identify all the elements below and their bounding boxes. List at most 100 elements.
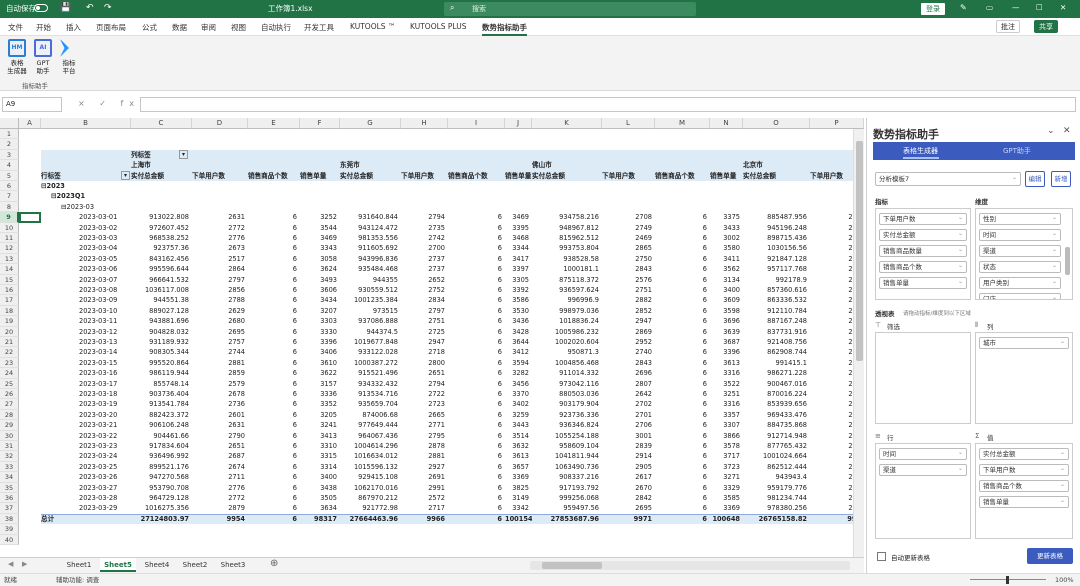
cell[interactable]: 6 (248, 347, 300, 357)
cell[interactable]: 959179.776 (743, 483, 810, 493)
cell[interactable]: 2023-03-20 (41, 410, 131, 420)
row-item[interactable]: 时间 (879, 448, 967, 460)
cell[interactable]: 2708 (602, 212, 655, 222)
cell[interactable]: 935659.704 (340, 399, 401, 409)
cell[interactable]: 944551.38 (131, 295, 192, 305)
row-header[interactable]: 5 (0, 170, 19, 181)
cell[interactable]: 870016.224 (743, 389, 810, 399)
cell[interactable]: 6 (448, 483, 505, 493)
cell[interactable]: 6 (448, 389, 505, 399)
cell[interactable]: 882423.372 (131, 410, 192, 420)
cell[interactable]: 912714.948 (743, 431, 810, 441)
cell[interactable]: 2740 (602, 347, 655, 357)
undo-icon[interactable]: ↶ (86, 3, 94, 13)
redo-icon[interactable]: ↷ (104, 3, 112, 13)
row-header[interactable]: 18 (0, 305, 19, 317)
tab-kutools[interactable]: KUTOOLS ™ (350, 22, 395, 31)
cell[interactable]: 2735 (401, 223, 448, 233)
cell[interactable]: 6 (655, 389, 710, 399)
column-header-f[interactable]: F (300, 118, 340, 129)
cell[interactable]: 2882 (602, 295, 655, 305)
cell[interactable]: 2723 (401, 399, 448, 409)
cell[interactable]: 2842 (602, 493, 655, 503)
value-item[interactable]: 销售单量 (979, 496, 1069, 508)
cell[interactable]: 3493 (300, 275, 340, 285)
cell[interactable]: 6 (655, 462, 710, 472)
cell[interactable]: 下单用户数 (602, 171, 655, 181)
cell[interactable]: 843162.456 (131, 254, 192, 264)
column-header-i[interactable]: I (448, 118, 505, 129)
cell[interactable]: 3613 (710, 358, 743, 368)
cell[interactable]: 2023-03-25 (41, 462, 131, 472)
cell[interactable]: 6 (655, 212, 710, 222)
cell[interactable]: 995596.644 (131, 264, 192, 274)
column-header-k[interactable]: K (532, 118, 602, 129)
cell[interactable]: 2023-03-02 (41, 223, 131, 233)
cell[interactable]: 2642 (602, 389, 655, 399)
column-header-h[interactable]: H (401, 118, 448, 129)
cell[interactable]: 2869 (602, 327, 655, 337)
cell[interactable]: 6 (655, 503, 710, 513)
column-header-c[interactable]: C (131, 118, 192, 129)
cell[interactable]: 968538.252 (131, 233, 192, 243)
cell[interactable]: 857360.616 (743, 285, 810, 295)
cell[interactable]: 6 (448, 254, 505, 264)
cell[interactable]: 3271 (710, 472, 743, 482)
cell[interactable]: 899521.176 (131, 462, 192, 472)
row-header[interactable]: 26 (0, 389, 19, 400)
cell[interactable]: 6 (248, 431, 300, 441)
scroll-thumb[interactable] (856, 141, 863, 361)
sheet-tab[interactable]: Sheet4 (140, 558, 174, 572)
sheet-tab[interactable]: Sheet2 (178, 558, 212, 572)
cell[interactable]: 867970.212 (340, 493, 401, 503)
cell[interactable]: 3585 (710, 493, 743, 503)
cell[interactable]: 6 (448, 410, 505, 420)
formula-icons[interactable]: × ✓ fx (78, 99, 140, 108)
cell[interactable]: 3639 (710, 327, 743, 337)
cell[interactable]: 27664463.96 (340, 514, 401, 524)
cell[interactable]: 935484.468 (340, 264, 401, 274)
cell[interactable]: 3282 (505, 368, 532, 378)
value-item[interactable]: 实付总金额 (979, 448, 1069, 460)
cell[interactable]: 6 (248, 337, 300, 347)
cell[interactable]: 100648 (710, 514, 743, 524)
cell[interactable]: 6 (248, 243, 300, 253)
cell[interactable]: 904461.66 (131, 431, 192, 441)
sheet-tab[interactable]: Sheet1 (62, 558, 96, 572)
cell[interactable]: 2751 (401, 316, 448, 326)
dim-item[interactable]: 渠道 (979, 245, 1061, 257)
cell[interactable]: 973042.116 (532, 379, 602, 389)
cell[interactable]: 3456 (505, 379, 532, 389)
cell[interactable]: 977649.444 (340, 420, 401, 430)
cell[interactable]: 6 (448, 233, 505, 243)
cell[interactable]: 1055254.188 (532, 431, 602, 441)
cell[interactable]: 27853687.96 (532, 514, 602, 524)
dim-item[interactable]: 门店 (979, 293, 1061, 299)
cell[interactable]: 948967.812 (532, 223, 602, 233)
cell[interactable]: 3644 (505, 337, 532, 347)
row-header[interactable]: 14 (0, 264, 19, 275)
cell[interactable]: 943124.472 (340, 223, 401, 233)
cell[interactable]: 2856 (192, 285, 248, 295)
cell[interactable]: 966641.532 (131, 275, 192, 285)
row-header[interactable]: 32 (0, 451, 19, 462)
cell[interactable]: 6 (655, 358, 710, 368)
cell[interactable]: 930559.512 (340, 285, 401, 295)
cell[interactable]: 863336.532 (743, 295, 810, 305)
cell[interactable]: 6 (655, 483, 710, 493)
cell[interactable]: 2991 (401, 483, 448, 493)
row-header[interactable]: 10 (0, 222, 19, 233)
cell[interactable]: 6 (248, 399, 300, 409)
tab-page-layout[interactable]: 页面布局 (96, 22, 126, 33)
cell[interactable]: 6 (248, 233, 300, 243)
cell[interactable]: 3443 (505, 420, 532, 430)
cell[interactable]: 6 (248, 254, 300, 264)
cell[interactable]: 921847.128 (743, 254, 810, 264)
cell[interactable]: 913022.808 (131, 212, 192, 222)
cell[interactable]: 2807 (602, 379, 655, 389)
cell[interactable]: 北京市 (743, 160, 810, 170)
cell[interactable]: 2674 (192, 462, 248, 472)
tab-developer[interactable]: 开发工具 (304, 22, 334, 33)
cell[interactable]: 2751 (602, 285, 655, 295)
cell[interactable]: 6 (655, 493, 710, 503)
